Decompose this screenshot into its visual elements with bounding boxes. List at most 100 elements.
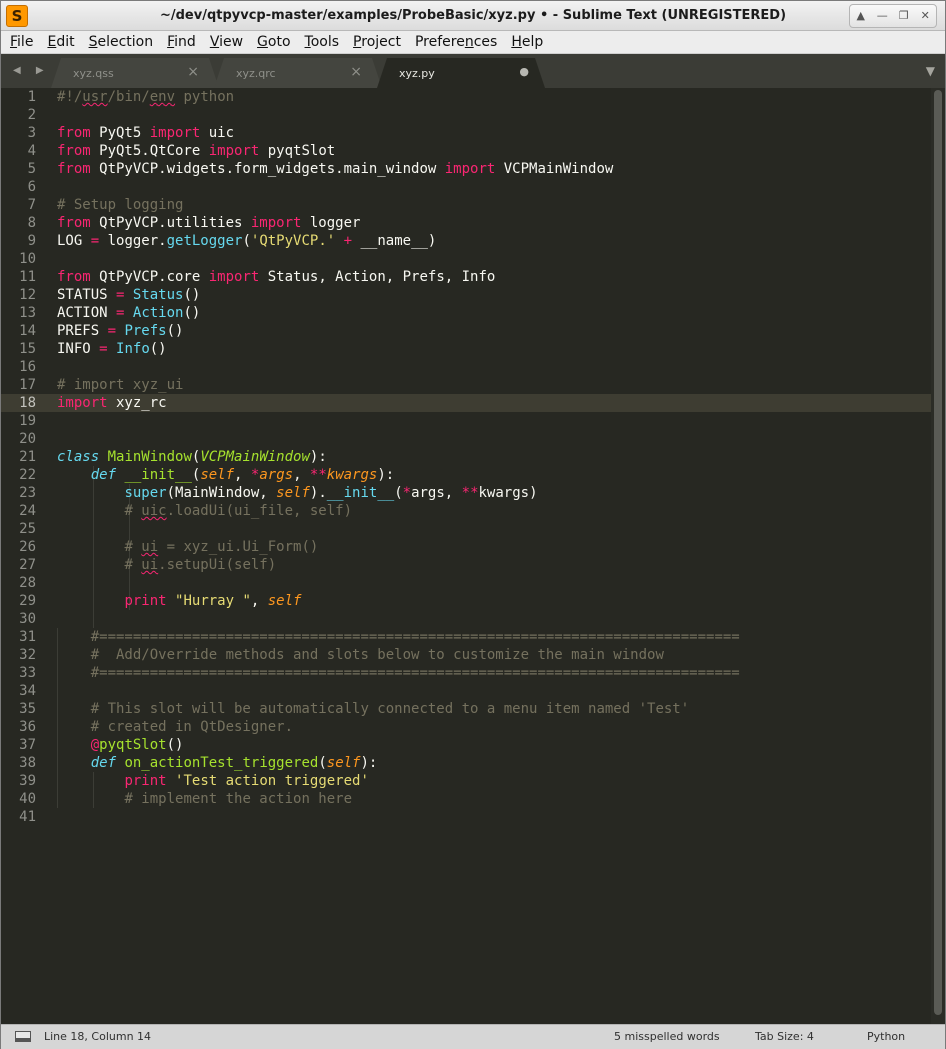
line-number: 37 bbox=[19, 737, 36, 753]
code-line[interactable]: 24 # uic.loadUi(ui_file, self) bbox=[1, 502, 931, 520]
line-number: 8 bbox=[27, 215, 36, 231]
code-line[interactable]: 8 from QtPyVCP.utilities import logger bbox=[1, 214, 931, 232]
line-gutter: 32 bbox=[1, 646, 51, 664]
code-line[interactable]: 23 super(MainWindow, self).__init__(*arg… bbox=[1, 484, 931, 502]
code-line[interactable]: 38 def on_actionTest_triggered(self): bbox=[1, 754, 931, 772]
code-line[interactable]: 22 def __init__(self, *args, **kwargs): bbox=[1, 466, 931, 484]
menu-item[interactable]: Selection bbox=[81, 32, 160, 52]
code-line[interactable]: 41 bbox=[1, 808, 931, 826]
tab-xyz-qss[interactable]: xyz.qss × bbox=[51, 58, 219, 88]
line-number: 3 bbox=[27, 125, 36, 141]
code-line[interactable]: 3 from PyQt5 import uic bbox=[1, 124, 931, 142]
code-line[interactable]: 35 # This slot will be automatically con… bbox=[1, 700, 931, 718]
code-line[interactable]: 12 STATUS = Status() bbox=[1, 286, 931, 304]
line-gutter: 18 bbox=[1, 394, 51, 412]
code-line[interactable]: 17 # import xyz_ui bbox=[1, 376, 931, 394]
code-line[interactable]: 29 print "Hurray ", self bbox=[1, 592, 931, 610]
scrollbar-thumb[interactable] bbox=[934, 90, 942, 1015]
code-line[interactable]: 1 #!/usr/bin/env python bbox=[1, 88, 931, 106]
code-line[interactable]: 25 bbox=[1, 520, 931, 538]
line-gutter: 8 bbox=[1, 214, 51, 232]
code-line[interactable]: 15 INFO = Info() bbox=[1, 340, 931, 358]
tab-bar: ◀ ▶ xyz.qss × xyz.qrc × xyz.py ● ▼ bbox=[1, 54, 945, 88]
line-number: 40 bbox=[19, 791, 36, 807]
code-line[interactable]: 4 from PyQt5.QtCore import pyqtSlot bbox=[1, 142, 931, 160]
code-text: from PyQt5 import uic bbox=[57, 125, 235, 141]
code-line[interactable]: 5 from QtPyVCP.widgets.form_widgets.main_… bbox=[1, 160, 931, 178]
line-gutter: 13 bbox=[1, 304, 51, 322]
code-line[interactable]: 14 PREFS = Prefs() bbox=[1, 322, 931, 340]
code-line[interactable]: 21 class MainWindow(VCPMainWindow): bbox=[1, 448, 931, 466]
shade-icon[interactable]: ▲ bbox=[850, 5, 872, 27]
line-gutter: 24 bbox=[1, 502, 51, 520]
line-gutter: 26 bbox=[1, 538, 51, 556]
code-line[interactable]: 6 bbox=[1, 178, 931, 196]
maximize-button[interactable]: ❐ bbox=[893, 5, 915, 27]
line-number: 16 bbox=[19, 359, 36, 375]
line-number: 1 bbox=[27, 89, 36, 105]
panel-toggle-icon[interactable] bbox=[15, 1031, 31, 1042]
menu-item[interactable]: Goto bbox=[249, 32, 296, 52]
line-gutter: 27 bbox=[1, 556, 51, 574]
code-line[interactable]: 19 bbox=[1, 412, 931, 430]
menu-item[interactable]: Help bbox=[503, 32, 549, 52]
code-line[interactable]: 32 # Add/Override methods and slots belo… bbox=[1, 646, 931, 664]
tab-xyz-qrc[interactable]: xyz.qrc × bbox=[214, 58, 382, 88]
code-line[interactable]: 9 LOG = logger.getLogger('QtPyVCP.' + __n… bbox=[1, 232, 931, 250]
code-text: INFO = Info() bbox=[57, 341, 167, 357]
menu-item[interactable]: Project bbox=[345, 32, 407, 52]
code-text: # Setup logging bbox=[57, 197, 184, 213]
menu-item[interactable]: View bbox=[202, 32, 249, 52]
code-line[interactable]: 40 # implement the action here bbox=[1, 790, 931, 808]
code-line[interactable]: 16 bbox=[1, 358, 931, 376]
code-line[interactable]: 36 # created in QtDesigner. bbox=[1, 718, 931, 736]
tab-xyz-py[interactable]: xyz.py ● bbox=[377, 58, 545, 88]
menu-item[interactable]: Preferences bbox=[407, 32, 503, 52]
code-line[interactable]: 37 @pyqtSlot() bbox=[1, 736, 931, 754]
close-icon[interactable]: × bbox=[350, 64, 362, 80]
line-gutter: 2 bbox=[1, 106, 51, 124]
code-line[interactable]: 13 ACTION = Action() bbox=[1, 304, 931, 322]
tab-dropdown-icon[interactable]: ▼ bbox=[926, 64, 935, 78]
minimize-button[interactable]: — bbox=[872, 5, 894, 27]
code-line[interactable]: 7 # Setup logging bbox=[1, 196, 931, 214]
vertical-scrollbar[interactable] bbox=[931, 88, 945, 1024]
code-line[interactable]: 26 # ui = xyz_ui.Ui_Form() bbox=[1, 538, 931, 556]
code-text: class MainWindow(VCPMainWindow): bbox=[57, 449, 327, 465]
line-number: 38 bbox=[19, 755, 36, 771]
indent-guide bbox=[129, 520, 130, 538]
syntax-selector[interactable]: Python bbox=[867, 1030, 905, 1043]
code-editor[interactable]: 1 #!/usr/bin/env python 2 3 from PyQt5 impor… bbox=[1, 88, 931, 1024]
menu-item[interactable]: Tools bbox=[297, 32, 346, 52]
code-line[interactable]: 31 #====================================… bbox=[1, 628, 931, 646]
code-line[interactable]: 10 bbox=[1, 250, 931, 268]
indent-guide bbox=[93, 520, 94, 538]
tab-nav-arrows[interactable]: ◀ ▶ bbox=[13, 65, 50, 76]
menu-item[interactable]: Find bbox=[159, 32, 202, 52]
line-number: 30 bbox=[19, 611, 36, 627]
code-line[interactable]: 20 bbox=[1, 430, 931, 448]
spelling-status[interactable]: 5 misspelled words bbox=[614, 1030, 720, 1043]
code-line[interactable]: 39 print 'Test action triggered' bbox=[1, 772, 931, 790]
line-gutter: 35 bbox=[1, 700, 51, 718]
code-line[interactable]: 33 #====================================… bbox=[1, 664, 931, 682]
code-line[interactable]: 34 bbox=[1, 682, 931, 700]
line-number: 2 bbox=[27, 107, 36, 123]
menu-item[interactable]: Edit bbox=[39, 32, 80, 52]
unsaved-dot-icon[interactable]: ● bbox=[519, 65, 529, 78]
code-line[interactable]: 27 # ui.setupUi(self) bbox=[1, 556, 931, 574]
code-line[interactable]: 30 bbox=[1, 610, 931, 628]
menu-item[interactable]: File bbox=[1, 32, 39, 52]
code-line[interactable]: 28 bbox=[1, 574, 931, 592]
code-text: # ui = xyz_ui.Ui_Form() bbox=[124, 539, 319, 555]
line-gutter: 5 bbox=[1, 160, 51, 178]
code-line[interactable]: 2 bbox=[1, 106, 931, 124]
code-text: # This slot will be automatically connec… bbox=[90, 701, 690, 717]
code-line[interactable]: 11 from QtPyVCP.core import Status, Actio… bbox=[1, 268, 931, 286]
close-button[interactable]: ✕ bbox=[915, 5, 937, 27]
indent-guide bbox=[93, 574, 94, 592]
close-icon[interactable]: × bbox=[187, 64, 199, 80]
cursor-position: Line 18, Column 14 bbox=[44, 1030, 152, 1043]
code-line[interactable]: 18 import xyz_rc bbox=[1, 394, 931, 412]
tab-size-selector[interactable]: Tab Size: 4 bbox=[755, 1030, 814, 1043]
